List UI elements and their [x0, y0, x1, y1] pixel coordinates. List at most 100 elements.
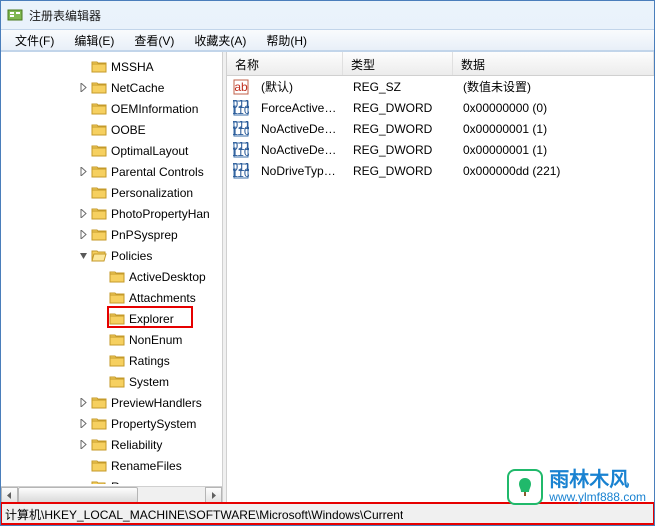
tree-node[interactable]: System — [1, 371, 222, 392]
cell-type: REG_DWORD — [345, 101, 455, 115]
scroll-right-button[interactable] — [205, 487, 222, 503]
expand-toggle[interactable] — [93, 311, 109, 327]
expand-toggle[interactable] — [75, 248, 91, 264]
expand-toggle[interactable] — [75, 143, 91, 159]
binary-value-icon: 011110 — [233, 142, 249, 158]
svg-text:110: 110 — [233, 103, 249, 116]
folder-icon — [91, 143, 107, 159]
tree-label: OOBE — [111, 123, 146, 137]
tree-panel: MSSHANetCache OEMInformation OOBE OptimalLa… — [1, 52, 223, 503]
list-row[interactable]: ab(默认)REG_SZ(数值未设置) — [227, 76, 654, 97]
cell-type: REG_DWORD — [345, 143, 455, 157]
column-type[interactable]: 类型 — [343, 52, 453, 75]
tree-label: PreviewHandlers — [111, 396, 202, 410]
window-title: 注册表编辑器 — [29, 7, 101, 24]
scroll-left-button[interactable] — [1, 487, 18, 503]
folder-icon — [91, 458, 107, 474]
expand-toggle[interactable] — [75, 59, 91, 75]
menu-favorites[interactable]: 收藏夹(A) — [184, 30, 256, 51]
tree-node[interactable]: Explorer — [1, 308, 222, 329]
tree-node[interactable]: PreviewHandlers — [1, 392, 222, 413]
tree-label: Explorer — [129, 312, 174, 326]
tree-node[interactable]: NetCache — [1, 77, 222, 98]
tree-node[interactable]: Policies — [1, 245, 222, 266]
expand-toggle[interactable] — [75, 395, 91, 411]
tree-hscroll[interactable] — [1, 486, 222, 503]
tree-node[interactable]: ActiveDesktop — [1, 266, 222, 287]
tree-node[interactable]: Ratings — [1, 350, 222, 371]
expand-toggle[interactable] — [75, 227, 91, 243]
titlebar[interactable]: 注册表编辑器 — [1, 1, 654, 29]
expand-toggle[interactable] — [93, 332, 109, 348]
regedit-window: 注册表编辑器 文件(F) 编辑(E) 查看(V) 收藏夹(A) 帮助(H) MS… — [0, 0, 655, 526]
folder-icon — [109, 374, 125, 390]
tree-list[interactable]: MSSHANetCache OEMInformation OOBE OptimalLa… — [1, 52, 222, 484]
tree-label: OEMInformation — [111, 102, 198, 116]
column-data[interactable]: 数据 — [453, 52, 654, 75]
expand-toggle[interactable] — [93, 269, 109, 285]
expand-toggle[interactable] — [75, 458, 91, 474]
menu-edit[interactable]: 编辑(E) — [64, 30, 124, 51]
folder-icon — [91, 164, 107, 180]
column-name[interactable]: 名称 — [227, 52, 343, 75]
expand-toggle[interactable] — [93, 374, 109, 390]
list-row[interactable]: 011110NoActiveDeskt...REG_DWORD0x0000000… — [227, 118, 654, 139]
scroll-thumb[interactable] — [18, 487, 138, 503]
expand-toggle[interactable] — [75, 206, 91, 222]
tree-label: Run — [111, 480, 133, 485]
folder-icon — [91, 227, 107, 243]
scroll-track[interactable] — [18, 487, 205, 503]
folder-icon — [91, 395, 107, 411]
expand-toggle[interactable] — [75, 122, 91, 138]
list-row[interactable]: 011110NoDriveTypeA...REG_DWORD0x000000dd… — [227, 160, 654, 181]
tree-node[interactable]: Reliability — [1, 434, 222, 455]
expand-toggle[interactable] — [75, 185, 91, 201]
menu-view[interactable]: 查看(V) — [124, 30, 184, 51]
tree-node[interactable]: PnPSysprep — [1, 224, 222, 245]
tree-node[interactable]: OEMInformation — [1, 98, 222, 119]
tree-node[interactable]: OOBE — [1, 119, 222, 140]
menu-file[interactable]: 文件(F) — [5, 30, 64, 51]
svg-text:110: 110 — [233, 145, 249, 158]
folder-icon — [109, 353, 125, 369]
binary-value-icon: 011110 — [233, 100, 249, 116]
list-row[interactable]: 011110NoActiveDeskt...REG_DWORD0x0000000… — [227, 139, 654, 160]
expand-toggle[interactable] — [93, 290, 109, 306]
tree-node[interactable]: Attachments — [1, 287, 222, 308]
tree-label: Personalization — [111, 186, 193, 200]
tree-node[interactable]: PhotoPropertyHan — [1, 203, 222, 224]
tree-label: Ratings — [129, 354, 170, 368]
tree-node[interactable]: OptimalLayout — [1, 140, 222, 161]
tree-node[interactable]: Run — [1, 476, 222, 484]
listview-body[interactable]: ab(默认)REG_SZ(数值未设置)011110ForceActiveDe..… — [227, 76, 654, 503]
expand-toggle[interactable] — [75, 479, 91, 485]
folder-icon — [91, 80, 107, 96]
content-area: MSSHANetCache OEMInformation OOBE OptimalLa… — [1, 51, 654, 503]
tree-node[interactable]: PropertySystem — [1, 413, 222, 434]
cell-type: REG_SZ — [345, 80, 455, 94]
tree-node[interactable]: RenameFiles — [1, 455, 222, 476]
binary-value-icon: 011110 — [233, 121, 249, 137]
tree-node[interactable]: NonEnum — [1, 329, 222, 350]
folder-icon — [91, 101, 107, 117]
list-row[interactable]: 011110ForceActiveDe...REG_DWORD0x0000000… — [227, 97, 654, 118]
menu-help[interactable]: 帮助(H) — [256, 30, 317, 51]
expand-toggle[interactable] — [75, 101, 91, 117]
status-path: 计算机\HKEY_LOCAL_MACHINE\SOFTWARE\Microsof… — [5, 506, 403, 523]
expand-toggle[interactable] — [93, 353, 109, 369]
cell-type: REG_DWORD — [345, 164, 455, 178]
expand-toggle[interactable] — [75, 416, 91, 432]
expand-toggle[interactable] — [75, 164, 91, 180]
expand-toggle[interactable] — [75, 80, 91, 96]
cell-name: NoDriveTypeA... — [253, 164, 345, 178]
folder-icon — [109, 269, 125, 285]
tree-node[interactable]: MSSHA — [1, 56, 222, 77]
folder-icon — [91, 437, 107, 453]
tree-node[interactable]: Parental Controls — [1, 161, 222, 182]
tree-node[interactable]: Personalization — [1, 182, 222, 203]
tree-label: NonEnum — [129, 333, 182, 347]
expand-toggle[interactable] — [75, 437, 91, 453]
cell-name: NoActiveDeskt... — [253, 143, 345, 157]
cell-data: 0x00000001 (1) — [455, 122, 654, 136]
folder-icon — [91, 185, 107, 201]
